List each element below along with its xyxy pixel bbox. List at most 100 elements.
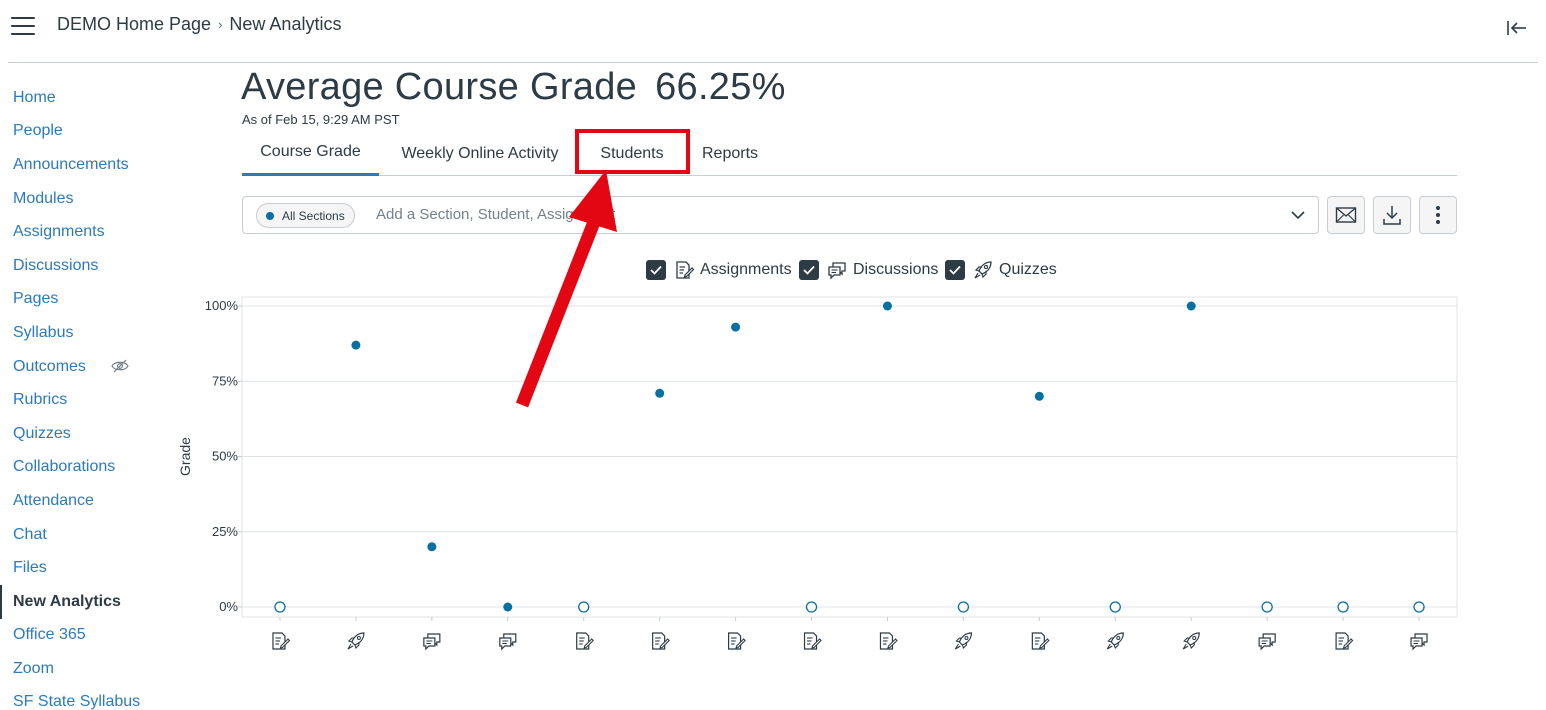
ungraded-point-5 (578, 601, 590, 613)
legend-quizzes[interactable]: Quizzes (945, 258, 1057, 282)
quiz-icon (1106, 632, 1124, 650)
nav-item-label: Collaborations (13, 458, 116, 476)
legend-quizzes-label: Quizzes (999, 261, 1057, 278)
chevron-down-icon[interactable] (1290, 208, 1306, 222)
grade-point-7 (731, 322, 741, 332)
more-options-button[interactable] (1419, 196, 1457, 234)
y-tick-label: 25% (212, 524, 238, 539)
discussion-icon (828, 262, 846, 280)
tab-course-grade[interactable]: Course Grade (242, 131, 379, 176)
quizzes-checkbox[interactable] (945, 260, 965, 280)
grade-point-6 (655, 388, 665, 398)
nav-item-assignments[interactable]: Assignments (0, 215, 170, 249)
pill-dot-icon (266, 211, 274, 220)
ungraded-point-14 (1261, 601, 1273, 613)
nav-item-label: Outcomes (13, 357, 86, 375)
nav-item-home[interactable]: Home (0, 81, 170, 115)
nav-item-announcements[interactable]: Announcements (0, 148, 170, 182)
nav-item-label: Assignments (13, 223, 105, 241)
nav-item-office-365[interactable]: Office 365 (0, 619, 170, 653)
y-tick-label: 100% (205, 298, 239, 313)
filter-combobox[interactable]: All Sections Add a Section, Student, Ass… (242, 196, 1319, 234)
nav-item-syllabus[interactable]: Syllabus (0, 316, 170, 350)
assignment-icon (272, 632, 291, 650)
section-pill-label: All Sections (282, 208, 345, 223)
grade-point-9 (882, 301, 892, 311)
quiz-icon (954, 632, 973, 650)
nav-item-zoom[interactable]: Zoom (0, 652, 170, 686)
tab-weekly-online-activity[interactable]: Weekly Online Activity (379, 131, 581, 176)
grade-point-2 (351, 340, 361, 350)
legend-discussions[interactable]: Discussions (799, 258, 938, 282)
nav-item-label: SF State Syllabus (13, 693, 141, 710)
legend-discussions-label: Discussions (853, 261, 939, 278)
nav-item-people[interactable]: People (0, 115, 170, 149)
grade-point-4 (503, 602, 513, 612)
assignment-icon (1031, 632, 1050, 650)
nav-item-rubrics[interactable]: Rubrics (0, 383, 170, 417)
discussion-icon (1410, 633, 1428, 651)
discussions-checkbox[interactable] (799, 260, 819, 280)
grade-point-3 (427, 542, 437, 552)
nav-item-discussions[interactable]: Discussions (0, 249, 170, 283)
nav-item-label: Rubrics (13, 391, 68, 409)
kebab-menu-icon (1436, 206, 1440, 224)
ungraded-point-8 (805, 601, 818, 613)
grade-point-11 (1034, 391, 1044, 401)
page-title: Average Course Grade 66.25% (241, 66, 786, 109)
ungraded-point-15 (1337, 601, 1349, 613)
envelope-icon (1335, 207, 1357, 223)
as-of-timestamp: As of Feb 15, 9:29 AM PST (242, 112, 400, 127)
ungraded-point-12 (1109, 601, 1121, 613)
assignment-icon (652, 632, 670, 650)
nav-item-new-analytics[interactable]: New Analytics (0, 584, 170, 619)
quiz-icon (347, 632, 365, 650)
nav-item-quizzes[interactable]: Quizzes (0, 417, 170, 451)
nav-item-chat[interactable]: Chat (0, 518, 170, 552)
nav-item-label: Announcements (13, 155, 129, 173)
nav-item-attendance[interactable]: Attendance (0, 484, 170, 518)
assignment-icon (803, 632, 822, 650)
ungraded-point-10 (957, 601, 970, 613)
assignment-icon (879, 632, 898, 650)
y-axis-title: Grade (177, 437, 193, 476)
download-button[interactable] (1373, 196, 1411, 234)
breadcrumb-separator: › (218, 17, 223, 32)
nav-item-files[interactable]: Files (0, 551, 170, 585)
average-grade-value: 66.25% (655, 66, 786, 108)
header-divider (8, 62, 1538, 63)
assignments-checkbox[interactable] (646, 260, 666, 280)
nav-item-outcomes[interactable]: Outcomes (0, 350, 170, 384)
collapse-sidebar-icon[interactable] (1506, 18, 1528, 38)
y-tick-label: 50% (212, 449, 238, 464)
legend-assignments-label: Assignments (700, 261, 792, 278)
hamburger-menu-icon[interactable] (11, 17, 35, 37)
y-tick-label: 0% (219, 599, 238, 614)
section-pill[interactable]: All Sections (256, 203, 355, 228)
breadcrumb-home-link[interactable]: DEMO Home Page (57, 14, 211, 35)
nav-item-sf-state-syllabus[interactable]: SF State Syllabus (0, 686, 170, 710)
nav-item-label: Office 365 (13, 626, 86, 644)
nav-item-label: Chat (13, 525, 47, 543)
nav-item-modules[interactable]: Modules (0, 182, 170, 216)
discussion-icon (1258, 633, 1276, 651)
nav-item-label: Attendance (13, 491, 94, 509)
filter-search-input[interactable]: Add a Section, Student, Assignment (376, 206, 615, 223)
discussion-icon (423, 633, 441, 651)
quiz-icon (974, 261, 992, 279)
eye-slash-icon (111, 358, 129, 374)
assignment-icon (727, 632, 746, 650)
page-title-text: Average Course Grade (241, 66, 638, 108)
course-navigation: Home People Announcements Modules Assignment… (0, 81, 170, 710)
nav-item-pages[interactable]: Pages (0, 283, 170, 317)
legend-assignments[interactable]: Assignments (646, 258, 792, 282)
nav-item-collaborations[interactable]: Collaborations (0, 451, 170, 485)
breadcrumb: DEMO Home Page › New Analytics (57, 14, 341, 35)
grade-scatter-chart: 0% 25% 50% 75% 100% Grade (177, 296, 1458, 651)
download-icon (1383, 206, 1401, 225)
tab-reports[interactable]: Reports (683, 131, 777, 176)
message-students-button[interactable] (1327, 196, 1365, 234)
nav-item-label: Modules (13, 189, 74, 207)
nav-item-label: Pages (13, 290, 59, 308)
nav-item-label: Syllabus (13, 323, 74, 341)
